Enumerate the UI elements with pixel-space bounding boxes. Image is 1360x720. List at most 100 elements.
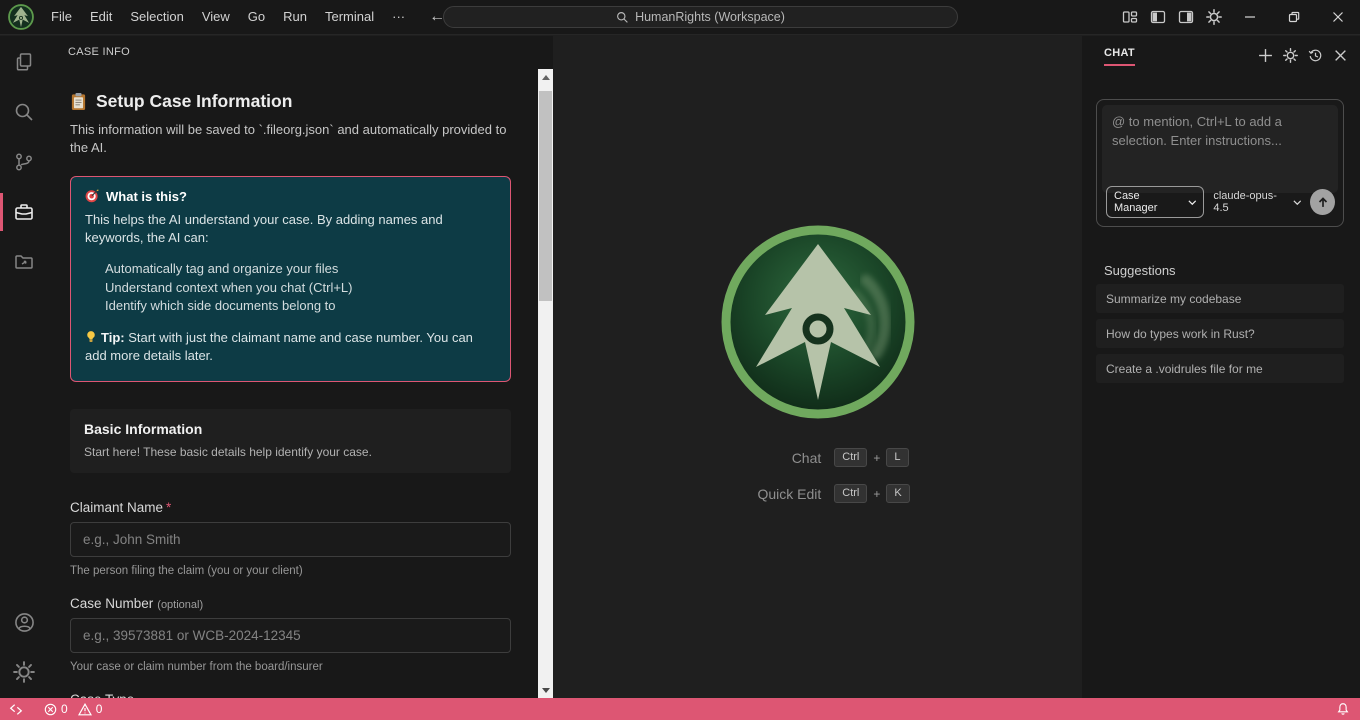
claimant-name-label: Claimant Name* [70, 500, 511, 515]
clipboard-icon [70, 92, 87, 111]
titlebar-controls [1116, 0, 1360, 34]
setup-heading-text: Setup Case Information [96, 91, 292, 112]
setup-heading: Setup Case Information [70, 91, 511, 112]
menu-run[interactable]: Run [274, 0, 316, 34]
panel-scrollbar[interactable] [538, 69, 553, 698]
explorer-icon[interactable] [0, 38, 48, 86]
infobox-list-item: Automatically tag and organize your file… [105, 260, 496, 278]
menu-terminal[interactable]: Terminal [316, 0, 383, 34]
chevron-down-icon [1293, 199, 1302, 206]
new-chat-icon[interactable] [1255, 45, 1275, 65]
search-icon[interactable] [0, 88, 48, 136]
settings-gear-icon[interactable] [0, 648, 48, 696]
basic-information-card: Basic Information Start here! These basi… [70, 409, 511, 473]
suggestions-title: Suggestions [1104, 263, 1176, 278]
app-logo-icon [8, 4, 34, 30]
ctrl-keycap: Ctrl [834, 484, 867, 503]
chat-tab[interactable]: CHAT [1104, 47, 1135, 66]
optional-suffix: (optional) [157, 599, 203, 611]
error-count: 0 [61, 702, 68, 716]
app-window: File Edit Selection View Go Run Terminal… [0, 0, 1360, 720]
panel-title: CASE INFO [68, 46, 130, 58]
k-keycap: K [886, 484, 909, 503]
chevron-down-icon [1188, 199, 1197, 206]
chat-controls-row: Case Manager claude-opus-4.5 [1106, 186, 1335, 218]
remote-indicator-icon[interactable] [0, 698, 32, 720]
search-icon [616, 11, 629, 24]
section-title: Basic Information [84, 421, 497, 437]
case-number-label: Case Number(optional) [70, 596, 511, 611]
account-icon[interactable] [0, 598, 48, 646]
restore-button[interactable] [1272, 0, 1316, 34]
case-number-help: Your case or claim number from the board… [70, 661, 511, 673]
section-subtitle: Start here! These basic details help ide… [84, 445, 497, 459]
required-asterisk: * [166, 500, 171, 515]
title-bar: File Edit Selection View Go Run Terminal… [0, 0, 1360, 35]
customize-layout-icon[interactable] [1116, 0, 1144, 34]
mode-selector-dropdown[interactable]: Case Manager [1106, 186, 1204, 218]
suggestion-item[interactable]: How do types work in Rust? [1096, 319, 1344, 348]
editor-welcome-area: Chat Ctrl + L Quick Edit Ctrl + K [553, 36, 1082, 698]
suggestion-item[interactable]: Create a .voidrules file for me [1096, 354, 1344, 383]
infobox-list-item: Identify which side documents belong to [105, 297, 496, 315]
close-panel-icon[interactable] [1330, 45, 1350, 65]
infobox-title: What is this? [106, 189, 187, 204]
menu-go[interactable]: Go [239, 0, 274, 34]
toggle-secondary-sidebar-icon[interactable] [1172, 0, 1200, 34]
menu-more[interactable]: ··· [383, 0, 414, 34]
target-icon [85, 189, 99, 203]
file-organizer-icon[interactable] [0, 238, 48, 286]
infobox-title-row: What is this? [85, 189, 496, 204]
problems-indicator[interactable]: 0 0 [44, 702, 108, 716]
lightbulb-icon [85, 330, 97, 344]
scroll-down-button[interactable] [538, 682, 553, 698]
chat-panel: CHAT [1082, 36, 1360, 698]
infobox-list: Automatically tag and organize your file… [85, 260, 496, 315]
plus-separator: + [873, 487, 880, 501]
source-control-icon[interactable] [0, 138, 48, 186]
toggle-primary-sidebar-icon[interactable] [1144, 0, 1172, 34]
chat-history-icon[interactable] [1305, 45, 1325, 65]
notifications-bell-icon[interactable] [1336, 702, 1350, 716]
menu-edit[interactable]: Edit [81, 0, 121, 34]
quick-edit-shortcut-row: Quick Edit Ctrl + K [725, 484, 909, 503]
arrow-up-icon [1316, 195, 1330, 209]
error-icon [44, 703, 57, 716]
what-is-this-infobox: What is this? This helps the AI understa… [70, 176, 511, 382]
scrollbar-thumb[interactable] [539, 91, 552, 301]
menu-file[interactable]: File [42, 0, 81, 34]
chat-message-input[interactable] [1102, 105, 1338, 193]
activity-bar [0, 36, 48, 698]
infobox-tip: Tip: Start with just the claimant name a… [85, 329, 496, 365]
settings-gear-icon[interactable] [1200, 0, 1228, 34]
menu-bar: File Edit Selection View Go Run Terminal… [42, 0, 414, 34]
menu-selection[interactable]: Selection [121, 0, 192, 34]
keyboard-shortcuts: Chat Ctrl + L Quick Edit Ctrl + K [725, 448, 909, 503]
case-info-briefcase-icon[interactable] [0, 188, 48, 236]
tip-label: Tip: [101, 330, 125, 345]
send-message-button[interactable] [1310, 189, 1335, 215]
menu-view[interactable]: View [193, 0, 239, 34]
void-logo [718, 222, 918, 422]
status-bar: 0 0 [0, 698, 1360, 720]
minimize-button[interactable] [1228, 0, 1272, 34]
chat-input-container: Case Manager claude-opus-4.5 [1096, 99, 1344, 227]
chat-shortcut-row: Chat Ctrl + L [725, 448, 909, 467]
ctrl-keycap: Ctrl [834, 448, 867, 467]
claimant-name-help: The person filing the claim (you or your… [70, 565, 511, 577]
chat-settings-gear-icon[interactable] [1280, 45, 1300, 65]
warning-icon [78, 703, 92, 716]
case-number-input[interactable] [70, 618, 511, 653]
infobox-body: This helps the AI understand your case. … [85, 211, 496, 247]
plus-separator: + [873, 451, 880, 465]
model-selector-dropdown[interactable]: claude-opus-4.5 [1213, 190, 1301, 214]
command-center-search[interactable]: HumanRights (Workspace) [443, 6, 958, 28]
suggestions-list: Summarize my codebase How do types work … [1096, 284, 1344, 383]
chat-shortcut-label: Chat [725, 450, 821, 466]
scroll-up-button[interactable] [538, 69, 553, 85]
claimant-name-input[interactable] [70, 522, 511, 557]
chat-panel-header: CHAT [1082, 36, 1360, 68]
tip-text: Start with just the claimant name and ca… [85, 330, 473, 363]
close-window-button[interactable] [1316, 0, 1360, 34]
suggestion-item[interactable]: Summarize my codebase [1096, 284, 1344, 313]
